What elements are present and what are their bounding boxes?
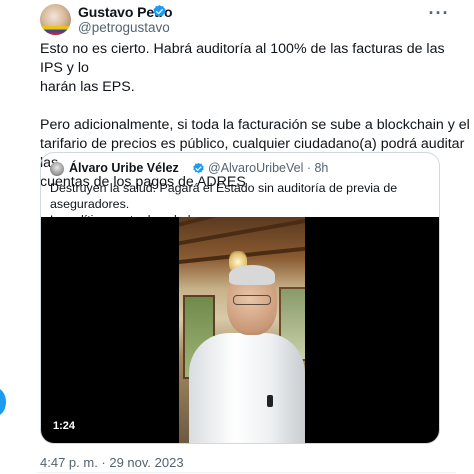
video-player[interactable]: 1:24 <box>41 217 439 443</box>
tweet-page: Gustavo Petro @petrogustavo ··· Esto no … <box>0 0 474 474</box>
avatar-flag <box>40 25 71 35</box>
video-duration: 1:24 <box>49 419 80 433</box>
person-shirt <box>189 333 305 443</box>
verified-badge-icon <box>153 4 166 17</box>
tweet-timestamp[interactable]: 4:47 p. m. · 29 nov. 2023 <box>40 455 184 470</box>
person-hair <box>229 265 275 285</box>
side-action-button[interactable] <box>0 388 6 416</box>
avatar[interactable] <box>40 4 71 35</box>
quoted-verified-badge-icon <box>193 162 204 174</box>
quoted-tweet-card[interactable]: Álvaro Uribe Vélez @AlvaroUribeVel · 8h … <box>40 152 440 444</box>
video-frame <box>179 217 305 443</box>
tweet-paragraph-1: Esto no es cierto. Habrá auditoría al 10… <box>40 41 445 95</box>
quoted-author-name: Álvaro Uribe Vélez <box>69 161 179 175</box>
divider <box>36 472 456 473</box>
quoted-author-handle: @AlvaroUribeVel · 8h <box>208 161 329 175</box>
more-options-icon[interactable]: ··· <box>426 0 452 26</box>
person-glasses <box>233 295 271 305</box>
author-handle[interactable]: @petrogustavo <box>78 20 170 35</box>
lapel-mic <box>267 395 273 407</box>
quoted-avatar <box>50 162 64 176</box>
